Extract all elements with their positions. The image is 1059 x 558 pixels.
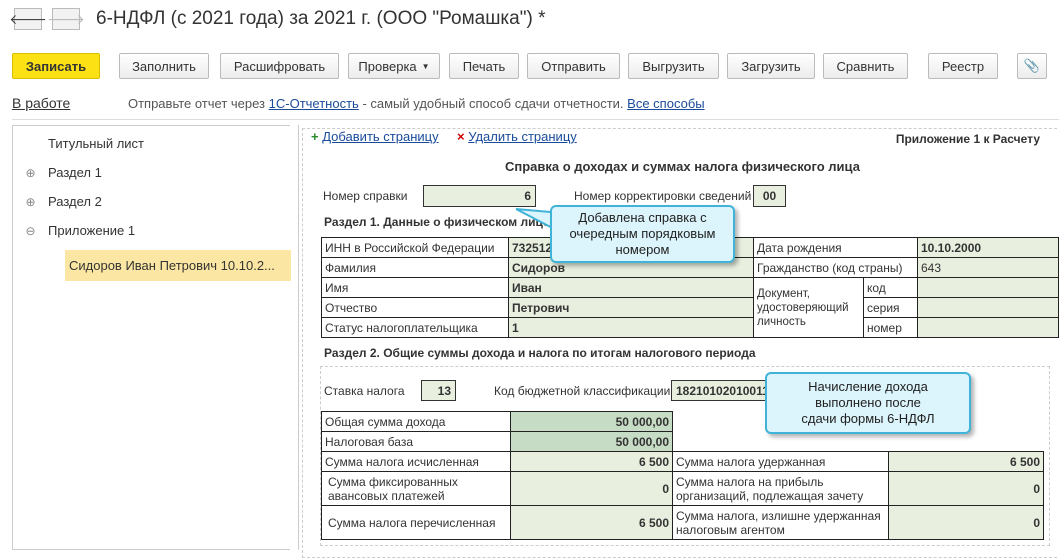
attach-button[interactable]: 📎 [1017,53,1047,79]
kbk-label: Код бюджетной классификации [494,384,671,398]
collapse-icon[interactable]: ⊖ [13,224,48,238]
correction-label: Номер корректировки сведений [574,189,752,203]
tax-rate-field[interactable]: 13 [421,380,456,401]
doc-number-label: номер [863,317,918,338]
form-heading: Справка о доходах и суммах налога физиче… [505,159,860,174]
tax-base-field[interactable]: 50 000,00 [510,431,673,452]
status-text-2: - самый удобный способ сдачи отчетности. [358,96,628,111]
import-button[interactable]: Загрузить [727,53,815,79]
taxpayer-status-label: Статус налогоплательщика [321,317,509,338]
1c-reporting-link[interactable]: 1С-Отчетность [269,96,359,111]
profit-tax-label: Сумма налога на прибыль организаций, под… [672,471,889,506]
state-link[interactable]: В работе [12,95,70,111]
expand-icon[interactable]: ⊕ [13,195,48,209]
registry-button[interactable]: Реестр [928,53,998,79]
cert-number-label: Номер справки [323,189,408,203]
divider [12,119,1059,120]
arrow-left-icon: 🡐 [9,10,47,27]
window-title: 6-НДФЛ (с 2021 года) за 2021 г. (ООО "Ро… [96,8,546,29]
add-page-link[interactable]: + Добавить страницу [311,129,439,144]
tree-item-appendix1[interactable]: ⊖ Приложение 1 [13,216,291,245]
send-button[interactable]: Отправить [527,53,620,79]
doc-code-label: код [863,277,918,298]
patronymic-label: Отчество [321,297,509,318]
tree-item-title[interactable]: Титульный лист [13,129,291,158]
print-button[interactable]: Печать [449,53,519,79]
tree-item-section1[interactable]: ⊕ Раздел 1 [13,158,291,187]
patronymic-field[interactable]: Петрович [508,297,754,318]
report-tree: Титульный лист ⊕ Раздел 1 ⊕ Раздел 2 ⊖ Прил… [12,125,291,550]
status-text: Отправьте отчет через [127,96,269,111]
paperclip-icon: 📎 [1023,58,1041,73]
correction-field[interactable]: 00 [753,185,786,207]
all-methods-link[interactable]: Все способы [627,96,704,111]
section2-heading: Раздел 2. Общие суммы дохода и налога по… [324,346,756,360]
tax-base-label: Налоговая база [321,431,511,452]
back-button[interactable]: 🡐 [9,8,47,30]
surname-label: Фамилия [321,257,509,278]
name-label: Имя [321,277,509,298]
doc-code-field[interactable] [917,277,1059,298]
compare-button[interactable]: Сравнить [823,53,908,79]
doc-series-label: серия [863,297,918,318]
tree-item-section2[interactable]: ⊕ Раздел 2 [13,187,291,216]
id-document-label: Документ, удостоверяющий личность [753,277,864,338]
citizenship-field[interactable]: 643 [917,257,1059,278]
name-field[interactable]: Иван [508,277,754,298]
fill-button[interactable]: Заполнить [119,53,209,79]
check-label: Проверка [358,58,417,74]
tax-calculated-label: Сумма налога исчисленная [321,451,511,472]
tax-paid-label: Сумма налога перечисленная [321,505,511,540]
birth-label: Дата рождения [753,237,918,258]
profit-tax-field[interactable]: 0 [888,471,1044,506]
citizenship-label: Гражданство (код страны) [753,257,918,278]
tax-excess-label: Сумма налога, излишне удержанная налогов… [672,505,889,540]
tax-calculated-field[interactable]: 6 500 [510,451,673,472]
taxpayer-status-field[interactable]: 1 [508,317,754,338]
export-button[interactable]: Выгрузить [628,53,719,79]
decode-button[interactable]: Расшифровать [220,53,339,79]
tax-withheld-label: Сумма налога удержанная [672,451,889,472]
delete-page-link[interactable]: × Удалить страницу [457,129,577,144]
tree-item-employee[interactable]: Сидоров Иван Петрович 10.10.2... [65,250,291,281]
income-field[interactable]: 50 000,00 [510,411,673,432]
tax-paid-field[interactable]: 6 500 [510,505,673,540]
forward-button[interactable]: 🡒 [47,8,85,30]
fixed-payments-field[interactable]: 0 [510,471,673,506]
delete-icon: × [457,129,465,144]
caret-down-icon: ▼ [421,61,430,71]
cert-number-field[interactable]: 6 [423,185,536,207]
doc-series-field[interactable] [917,297,1059,318]
inn-label: ИНН в Российской Федерации [321,237,509,258]
expand-icon[interactable]: ⊕ [13,166,48,180]
tax-withheld-field[interactable]: 6 500 [888,451,1044,472]
income-label: Общая сумма дохода [321,411,511,432]
tax-excess-field[interactable]: 0 [888,505,1044,540]
tax-rate-label: Ставка налога [324,384,405,398]
status-bar: В работе Отправьте отчет через 1С-Отчетн… [12,95,1059,117]
birth-field[interactable]: 10.10.2000 [917,237,1059,258]
save-button[interactable]: Записать [12,53,100,79]
callout-income-note: Начисление дохода выполнено после сдачи … [765,372,971,434]
callout-cert-added: Добавлена справка с очередным порядковым… [550,205,735,263]
appendix-label: Приложение 1 к Расчету [895,132,1040,146]
plus-icon: + [311,129,319,144]
fixed-payments-label: Сумма фиксированных авансовых платежей [321,471,511,506]
doc-number-field[interactable] [917,317,1059,338]
check-button[interactable]: Проверка ▼ [348,53,440,79]
arrow-right-icon: 🡒 [47,10,85,27]
